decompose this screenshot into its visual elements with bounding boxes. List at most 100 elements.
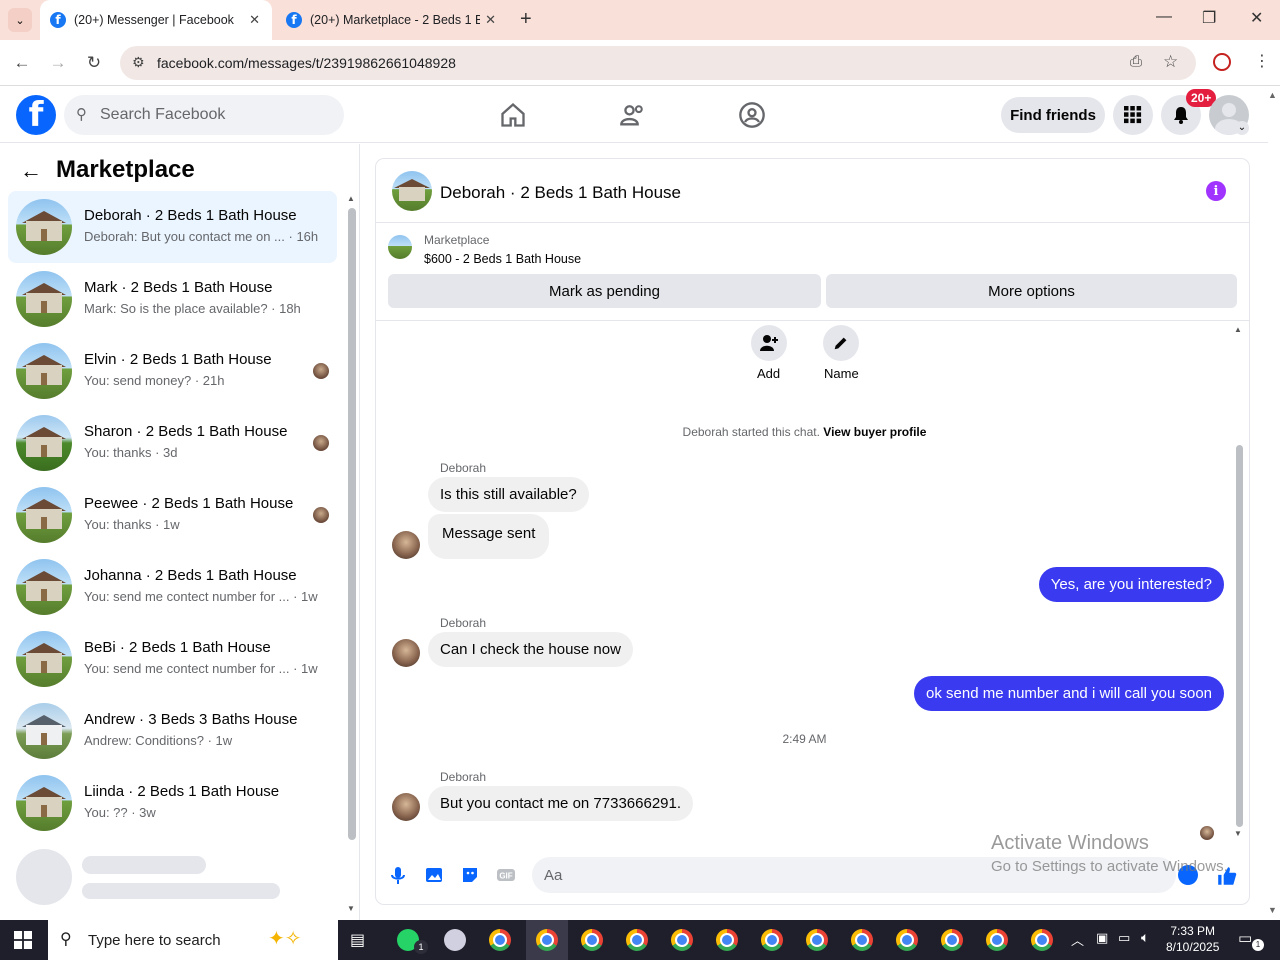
tab-messenger[interactable]: f (20+) Messenger | Facebook ✕: [40, 0, 272, 40]
menu-grid-button[interactable]: [1113, 95, 1153, 135]
chrome-profile-icon[interactable]: [581, 929, 603, 951]
sender-avatar[interactable]: [392, 531, 420, 559]
notification-count: 1: [1252, 939, 1264, 951]
account-chevron-icon[interactable]: ⌄: [1235, 121, 1249, 135]
chat-scroll-up[interactable]: ▲: [1234, 325, 1242, 334]
incoming-message[interactable]: Is this still available?: [428, 477, 589, 512]
conversation-name: Mark · 2 Beds 1 Bath House: [84, 279, 273, 296]
chrome-profile-icon[interactable]: [941, 929, 963, 951]
chrome-profile-icon[interactable]: [536, 929, 558, 951]
groups-icon[interactable]: [738, 101, 766, 129]
sticker-icon[interactable]: [460, 865, 480, 885]
friends-icon[interactable]: [619, 101, 647, 129]
list-scroll-down[interactable]: ▼: [347, 904, 355, 913]
chat-scroll-down[interactable]: ▼: [1234, 829, 1242, 838]
windows-taskbar: ⚲ Type here to search ✦✧ ▤ 1 ︿ ▣ ▭ 🔈︎ 7:…: [0, 920, 1280, 960]
conversation-item[interactable]: Peewee · 2 Beds 1 Bath House You: thanks…: [8, 479, 337, 551]
close-tab-icon[interactable]: ✕: [485, 12, 496, 28]
conversation-preview: You: ?? · 3w: [84, 805, 156, 820]
sender-avatar[interactable]: [392, 793, 420, 821]
conversation-item[interactable]: Deborah · 2 Beds 1 Bath House Deborah: B…: [8, 191, 337, 263]
conversation-item[interactable]: Johanna · 2 Beds 1 Bath House You: send …: [8, 551, 337, 623]
tab-search-dropdown[interactable]: ⌄: [8, 8, 32, 32]
back-button[interactable]: ←: [12, 53, 32, 73]
chat-listing-thumbnail[interactable]: [392, 171, 432, 211]
more-options-button[interactable]: More options: [826, 274, 1237, 308]
chrome-profile-icon[interactable]: [986, 929, 1008, 951]
volume-icon[interactable]: 🔈︎: [1141, 929, 1149, 946]
search-icon: ⚲: [60, 931, 72, 948]
list-scrollbar-thumb[interactable]: [348, 208, 356, 840]
photo-icon[interactable]: [424, 865, 444, 885]
reload-button[interactable]: ↻: [84, 53, 104, 73]
new-tab-button[interactable]: +: [520, 8, 532, 31]
incoming-message-sent-card[interactable]: Message sent: [428, 514, 550, 559]
incoming-message[interactable]: But you contact me on 7733666291.: [428, 786, 694, 821]
taskbar-search-input[interactable]: ⚲ Type here to search ✦✧: [48, 920, 338, 960]
site-info-icon[interactable]: ⚙: [132, 54, 145, 71]
restore-button[interactable]: ❐: [1202, 8, 1216, 28]
microphone-icon[interactable]: [388, 865, 408, 885]
notifications-center-icon[interactable]: ▭: [1238, 929, 1252, 947]
name-chat-button[interactable]: [823, 325, 859, 361]
chrome-profile-icon[interactable]: [761, 929, 783, 951]
page-scroll-down[interactable]: ▼: [1268, 905, 1277, 915]
chrome-icon[interactable]: [489, 929, 511, 951]
app-icon[interactable]: [444, 929, 466, 951]
list-scroll-up[interactable]: ▲: [347, 194, 355, 203]
chrome-profile-icon[interactable]: [626, 929, 648, 951]
chrome-profile-icon[interactable]: [716, 929, 738, 951]
taskbar-clock[interactable]: 7:33 PM 8/10/2025: [1166, 923, 1219, 955]
conversation-item[interactable]: Sharon · 2 Beds 1 Bath House You: thanks…: [8, 407, 337, 479]
chrome-profile-icon[interactable]: [851, 929, 873, 951]
browser-menu-icon[interactable]: ⋮: [1254, 51, 1270, 71]
mark-as-pending-button[interactable]: Mark as pending: [388, 274, 821, 308]
chrome-profile-icon[interactable]: [671, 929, 693, 951]
chrome-profile-icon[interactable]: [896, 929, 918, 951]
incoming-message[interactable]: Can I check the house now: [428, 632, 633, 667]
message-sender: Deborah: [440, 616, 487, 630]
composer-placeholder: Aa: [544, 867, 563, 884]
bookmark-star-icon[interactable]: ☆: [1163, 52, 1178, 72]
task-view-icon[interactable]: ▤: [350, 930, 365, 950]
chrome-profile-icon[interactable]: [806, 929, 828, 951]
facebook-logo-icon[interactable]: f: [16, 95, 56, 135]
show-hidden-icons[interactable]: ︿: [1071, 930, 1084, 949]
chat-scrollbar-thumb[interactable]: [1236, 445, 1243, 827]
search-input[interactable]: ⚲ Search Facebook: [64, 95, 344, 135]
outgoing-message[interactable]: ok send me number and i will call you so…: [914, 676, 1224, 711]
windows-start-icon[interactable]: [14, 931, 32, 949]
conversation-item[interactable]: BeBi · 2 Beds 1 Bath House You: send me …: [8, 623, 337, 695]
forward-button[interactable]: →: [48, 53, 68, 73]
info-icon[interactable]: i: [1206, 181, 1226, 201]
add-people-button[interactable]: [751, 325, 787, 361]
conversation-item[interactable]: Liinda · 2 Beds 1 Bath House You: ?? · 3…: [8, 767, 337, 839]
page-scroll-up[interactable]: ▲: [1268, 90, 1277, 100]
conversation-item[interactable]: Andrew · 3 Beds 3 Baths House Andrew: Co…: [8, 695, 337, 767]
tray-device-icon[interactable]: ▣: [1096, 930, 1108, 946]
network-icon[interactable]: ▭: [1118, 930, 1130, 946]
gif-icon[interactable]: GIF: [496, 865, 516, 885]
minimize-button[interactable]: —: [1156, 8, 1172, 26]
profile-icon[interactable]: [1213, 53, 1231, 71]
back-arrow-icon[interactable]: ←: [20, 158, 42, 184]
install-app-icon[interactable]: ⎙: [1130, 53, 1142, 70]
find-friends-button[interactable]: Find friends: [1001, 97, 1105, 133]
home-icon[interactable]: [499, 101, 527, 129]
view-buyer-profile-link[interactable]: View buyer profile: [823, 425, 926, 439]
chrome-profile-icon[interactable]: [1031, 929, 1053, 951]
omnibox[interactable]: ⚙ facebook.com/messages/t/23919862661048…: [120, 46, 1196, 80]
chat-header: Deborah · 2 Beds 1 Bath House i: [376, 159, 1249, 223]
conversation-name: Elvin · 2 Beds 1 Bath House: [84, 351, 272, 368]
facebook-favicon-icon: f: [286, 12, 302, 28]
outgoing-message[interactable]: Yes, are you interested?: [1038, 567, 1224, 602]
sender-avatar[interactable]: [392, 639, 420, 667]
close-tab-icon[interactable]: ✕: [249, 12, 260, 28]
listing-title[interactable]: $600 - 2 Beds 1 Bath House: [424, 252, 581, 266]
chat-title[interactable]: Deborah · 2 Beds 1 Bath House: [440, 183, 681, 203]
conversation-item[interactable]: Mark · 2 Beds 1 Bath House Mark: So is t…: [8, 263, 337, 335]
clock-date: 8/10/2025: [1166, 940, 1220, 954]
tab-marketplace[interactable]: f (20+) Marketplace - 2 Beds 1 B ✕: [276, 0, 508, 40]
conversation-item[interactable]: Elvin · 2 Beds 1 Bath House You: send mo…: [8, 335, 337, 407]
close-window-button[interactable]: ✕: [1250, 8, 1263, 28]
